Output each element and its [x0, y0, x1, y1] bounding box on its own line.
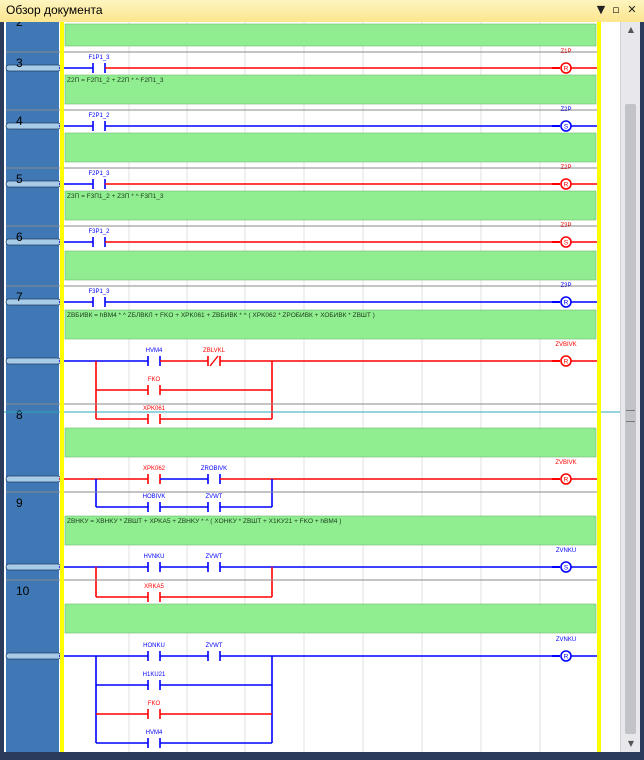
- contact-label: F2P1_2: [88, 113, 110, 119]
- contact-gap: [148, 384, 160, 396]
- contact-gap: [148, 708, 160, 720]
- rung-number: 8: [16, 408, 23, 422]
- contact-gap: [148, 591, 160, 603]
- contact-label: HVM4: [146, 348, 163, 354]
- coil-letter: R: [564, 66, 569, 73]
- contact-label: ZROBIVK: [201, 466, 227, 472]
- rung-number: 3: [16, 56, 23, 70]
- branch-contact-label: ZVWT: [206, 494, 223, 500]
- rung-number: 6: [16, 230, 23, 244]
- power-rail-right: [597, 22, 601, 752]
- coil-label: ZVBIVK: [555, 460, 576, 466]
- branch-contact-label: H1KU21: [143, 672, 166, 678]
- contact-label: F3P1_3: [88, 289, 110, 295]
- rung-2: [5, 23, 597, 74]
- contact-slash: [209, 355, 219, 367]
- rail-connector: [5, 122, 62, 130]
- contact-label: F1P1_3: [88, 55, 110, 61]
- branch-contact-label: FKO: [148, 701, 161, 707]
- rung-comment-band: [64, 132, 597, 163]
- rung-formula: Z3П = F3П1_2 + Z3П * ^ F3П1_3: [67, 193, 164, 200]
- contact-gap: [208, 501, 220, 513]
- window-frame-bottom: [0, 752, 644, 760]
- branch-contact-label: HOBIVK: [143, 494, 166, 500]
- coil-letter: R: [564, 300, 569, 307]
- window-frame-left: [0, 22, 4, 760]
- contact-gap: [148, 737, 160, 749]
- branch-contact-label: XPK061: [143, 406, 166, 412]
- scroll-down-arrow-icon[interactable]: ▼: [621, 736, 641, 752]
- rail-connector: [5, 357, 62, 365]
- rung-number: 9: [16, 496, 23, 510]
- contact-gap: [148, 413, 160, 425]
- contact-label: F2P1_3: [88, 171, 110, 177]
- contact-gap: [148, 679, 160, 691]
- rail-connector: [5, 652, 62, 660]
- coil-letter: R: [564, 654, 569, 661]
- coil-letter: R: [564, 477, 569, 484]
- rung-comment-band: [64, 603, 597, 634]
- rail-connector: [5, 180, 62, 188]
- pin-icon[interactable]: ▫: [609, 3, 623, 17]
- rail-connector: [5, 563, 62, 571]
- power-rail-left: [60, 22, 64, 752]
- rail-connector: [5, 238, 62, 246]
- scroll-up-arrow-icon[interactable]: ▲: [621, 22, 641, 38]
- coil-letter: S: [564, 240, 569, 247]
- contact-label: HVNKU: [143, 554, 164, 560]
- coil-letter: R: [564, 182, 569, 189]
- chevron-down-icon[interactable]: ▼: [594, 3, 608, 17]
- rung-number: 10: [16, 584, 30, 598]
- coil-label: ZVNKU: [556, 637, 576, 643]
- rung-number: 5: [16, 172, 23, 186]
- close-icon[interactable]: ✕: [625, 3, 639, 17]
- rung-formula: ZBБИВК = hВМ4 * ^ ZБЛВКЛ + FKO + XPK061 …: [67, 312, 375, 319]
- coil-letter: S: [564, 565, 569, 572]
- contact-label: HONKU: [143, 643, 165, 649]
- rung-formula: ZBHKУ = XBHKУ * ZBШТ + XPKA5 + ZBHKУ * ^…: [67, 518, 341, 525]
- rung-comment-band: [64, 250, 597, 281]
- rung-comment-band: [64, 23, 597, 47]
- window-frame-right: [640, 22, 644, 760]
- window-title: Обзор документа: [6, 3, 103, 17]
- coil-letter: R: [564, 359, 569, 366]
- coil-label: ZVNKU: [556, 548, 576, 554]
- rung-number: 7: [16, 290, 23, 304]
- rung-comment-band: [64, 427, 597, 458]
- contact-label: ZBLVKL: [203, 348, 226, 354]
- rail-connector: [5, 475, 62, 483]
- vertical-scrollbar[interactable]: ▲ ▼: [620, 22, 641, 752]
- branch-contact-label: HVM4: [146, 730, 163, 736]
- document-overview-window: Обзор документа ▼ ▫ ✕ 2 F1P1_3 R Z1P Z2П = F…: [0, 0, 644, 760]
- contact-label: ZVWT: [206, 643, 223, 649]
- branch-contact-label: XRKA5: [144, 584, 164, 590]
- branch-contact-label: FKO: [148, 377, 161, 383]
- title-bar: Обзор документа ▼ ▫ ✕: [0, 0, 644, 23]
- coil-letter: S: [564, 124, 569, 131]
- coil-label: ZVBIVK: [555, 342, 576, 348]
- scrollbar-grip-icon: [626, 410, 635, 422]
- contact-label: XPK062: [143, 466, 166, 472]
- rung-formula: Z2П = F2П1_2 + Z2П * ^ F2П1_3: [67, 77, 164, 84]
- contact-label: F3P1_2: [88, 229, 110, 235]
- rail-connector: [5, 64, 62, 72]
- rung-number: 2: [16, 22, 23, 29]
- contact-label: ZVWT: [206, 554, 223, 560]
- contact-gap: [148, 501, 160, 513]
- rung-number: 4: [16, 114, 23, 128]
- ladder-diagram: 2F1P1_3RZ1PZ2П = F2П1_2 + Z2П * ^ F2П1_3…: [4, 22, 620, 752]
- ladder-diagram-canvas[interactable]: 2 F1P1_3 R Z1P Z2П = F2П1_2 + Z2П * ^ F2П1_3…: [4, 22, 620, 752]
- left-rail: [6, 22, 59, 752]
- rail-connector: [5, 298, 62, 306]
